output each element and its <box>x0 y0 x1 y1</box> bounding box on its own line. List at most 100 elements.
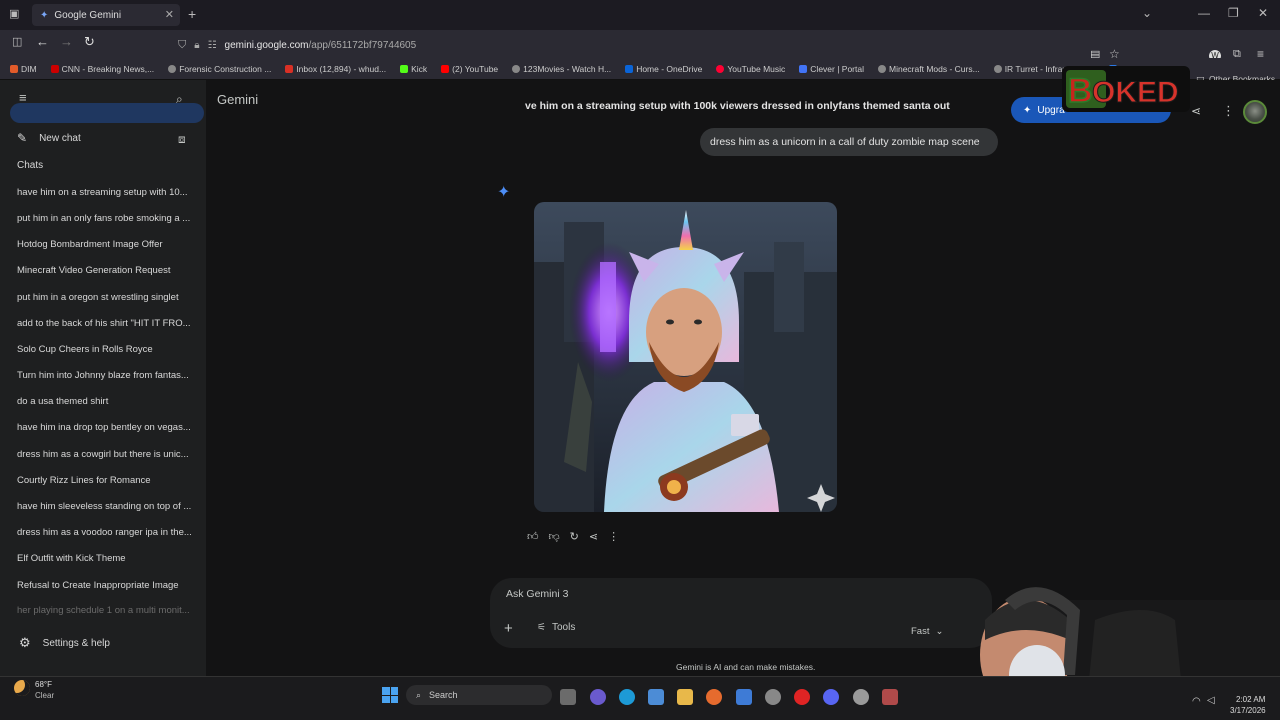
browser-tab[interactable]: ✦ Google Gemini ✕ <box>32 4 180 26</box>
chat-item[interactable]: put him in a oregon st wrestling singlet <box>17 292 199 303</box>
bookmark-item[interactable]: CNN - Breaking News,... <box>50 64 154 74</box>
page-info-icon[interactable]: ☷ <box>208 40 217 51</box>
url-host: gemini.google.com <box>224 39 309 51</box>
new-tab-icon[interactable]: + <box>188 6 196 22</box>
edit-icon: ✎ <box>17 131 28 145</box>
share-response-icon[interactable]: ⋖ <box>589 530 598 543</box>
more-options-icon[interactable]: ⋮ <box>1222 103 1235 119</box>
photos-icon[interactable] <box>736 689 752 705</box>
thumbs-down-icon[interactable]: 👎︎ <box>549 530 560 543</box>
moon-icon <box>14 680 30 696</box>
bookmark-item[interactable]: (2) YouTube <box>441 64 498 74</box>
tools-icon: ⚟ <box>537 622 546 633</box>
volume-icon[interactable]: ◁ <box>1207 695 1215 706</box>
close-tab-icon[interactable]: ✕ <box>165 8 174 21</box>
edge-icon[interactable] <box>619 689 635 705</box>
bookmark-item[interactable]: Home - OneDrive <box>625 64 702 74</box>
previous-prompt: ve him on a streaming setup with 100k vi… <box>525 100 950 112</box>
url-bar[interactable]: ⛉ 🔒︎ ☷ gemini.google.com/app/651172bf797… <box>178 34 1098 56</box>
chat-item[interactable]: do a usa themed shirt <box>17 396 199 407</box>
upgrade-label: Upgra <box>1037 104 1065 116</box>
sidebar-toggle-icon[interactable]: ◫ <box>12 35 22 48</box>
taskbar-search[interactable]: ⌕ Search <box>406 685 552 705</box>
chat-item[interactable]: Turn him into Johnny blaze from fantas..… <box>17 370 199 381</box>
minimize-icon[interactable]: — <box>1198 6 1210 20</box>
chat-item[interactable]: have him on a streaming setup with 10... <box>17 187 199 198</box>
new-chat-label: New chat <box>39 132 81 144</box>
forward-icon[interactable]: → <box>60 34 73 49</box>
active-chat-highlight <box>10 103 204 123</box>
file-explorer-icon[interactable] <box>677 689 693 705</box>
clock-time[interactable]: 2:02 AM <box>1236 695 1265 704</box>
chat-item[interactable]: Refusal to Create Inappropriate Image <box>17 580 199 591</box>
bookmark-item[interactable]: Kick <box>400 64 427 74</box>
back-icon[interactable]: ← <box>36 34 49 49</box>
temporary-chat-icon[interactable]: ⧈ <box>178 132 186 147</box>
chat-item[interactable]: her playing schedule 1 on a multi monit.… <box>17 605 199 616</box>
share-icon[interactable]: ⋖ <box>1191 104 1201 118</box>
search-icon: ⌕ <box>416 689 422 700</box>
bookmark-item[interactable]: DIM <box>10 64 37 74</box>
weather-temp[interactable]: 68°F <box>35 680 52 689</box>
chat-item[interactable]: put him in an only fans robe smoking a .… <box>17 213 199 224</box>
chevron-down-icon[interactable]: ⌄ <box>1142 6 1152 20</box>
disclaimer: Gemini is AI and can make mistakes. <box>676 662 816 672</box>
bookmark-item[interactable]: Minecraft Mods - Curs... <box>878 64 980 74</box>
prompt-input[interactable]: Ask Gemini 3 <box>506 588 568 600</box>
kick-icon <box>400 64 409 73</box>
bookmark-item[interactable]: YouTube Music <box>716 64 785 74</box>
chat-item[interactable]: dress him as a voodoo ranger ipa in the.… <box>17 527 199 538</box>
store-icon[interactable] <box>648 689 664 705</box>
chat-item[interactable]: dress him as a cowgirl but there is unic… <box>17 449 199 460</box>
gear-icon: ⚙ <box>19 635 31 650</box>
windows-start-icon[interactable] <box>382 687 398 703</box>
chat-item[interactable]: Minecraft Video Generation Request <box>17 265 199 276</box>
avatar[interactable] <box>1243 100 1267 124</box>
chat-item[interactable]: Solo Cup Cheers in Rolls Royce <box>17 344 199 355</box>
bookmark-label: Minecraft Mods - Curs... <box>889 63 980 74</box>
chat-item[interactable]: add to the back of his shirt "HIT IT FRO… <box>17 318 199 329</box>
bookmark-item[interactable]: Forensic Construction ... <box>168 64 271 74</box>
tab-list-icon[interactable]: ▣ <box>9 7 19 20</box>
settings-button[interactable]: ⚙ Settings & help <box>19 635 110 651</box>
chat-item[interactable]: Hotdog Bombardment Image Offer <box>17 239 199 250</box>
wifi-icon[interactable]: ◠ <box>1192 696 1201 707</box>
chat-item[interactable]: Elf Outfit with Kick Theme <box>17 553 199 564</box>
chat-item[interactable]: Courtly Rizz Lines for Romance <box>17 475 199 486</box>
weather-desc[interactable]: Clear <box>35 691 54 700</box>
youtube-icon <box>441 64 450 73</box>
reload-icon[interactable]: ↻ <box>84 34 95 50</box>
thumbs-up-icon[interactable]: 👍︎ <box>527 530 539 543</box>
settings-app-icon[interactable] <box>853 689 869 705</box>
copilot-icon[interactable] <box>590 689 606 705</box>
discord-icon[interactable] <box>823 689 839 705</box>
chrome-icon[interactable] <box>765 689 781 705</box>
taskbar <box>0 676 1280 720</box>
onedrive-icon <box>625 64 634 73</box>
chat-item[interactable]: have him ina drop top bentley on vegas..… <box>17 422 199 433</box>
chat-item[interactable]: have him sleeveless standing on top of .… <box>17 501 199 512</box>
shield-icon[interactable]: ⛉ <box>178 39 186 52</box>
generated-image[interactable] <box>534 202 837 512</box>
regenerate-icon[interactable]: ↻ <box>570 530 579 543</box>
lock-icon[interactable]: 🔒︎ <box>194 40 199 51</box>
bookmark-item[interactable]: Inbox (12,894) - whud... <box>285 64 386 74</box>
maximize-icon[interactable]: ❐ <box>1228 6 1239 20</box>
task-view-icon[interactable] <box>560 689 576 705</box>
bookmark-label: YouTube Music <box>727 63 786 74</box>
bookmark-item[interactable]: 123Movies - Watch H... <box>512 64 611 74</box>
clock-date[interactable]: 3/17/2026 <box>1230 706 1266 715</box>
close-window-icon[interactable]: ✕ <box>1258 6 1268 20</box>
firefox-icon[interactable] <box>706 689 722 705</box>
add-icon[interactable]: + <box>504 620 513 637</box>
gemini-sparkle-icon: ✦ <box>497 184 511 201</box>
more-options-icon[interactable]: ⋮ <box>608 530 619 543</box>
new-chat-button[interactable]: ✎ New chat <box>17 131 81 145</box>
tools-button[interactable]: ⚟ Tools <box>537 622 575 633</box>
media-player-icon[interactable] <box>794 689 810 705</box>
bookmark-item[interactable]: Clever | Portal <box>799 64 864 74</box>
bookmark-label: Home - OneDrive <box>636 63 703 74</box>
youtube-music-icon <box>716 64 725 73</box>
model-mode-selector[interactable]: Fast ⌄ <box>911 626 943 637</box>
snipping-tool-icon[interactable] <box>882 689 898 705</box>
